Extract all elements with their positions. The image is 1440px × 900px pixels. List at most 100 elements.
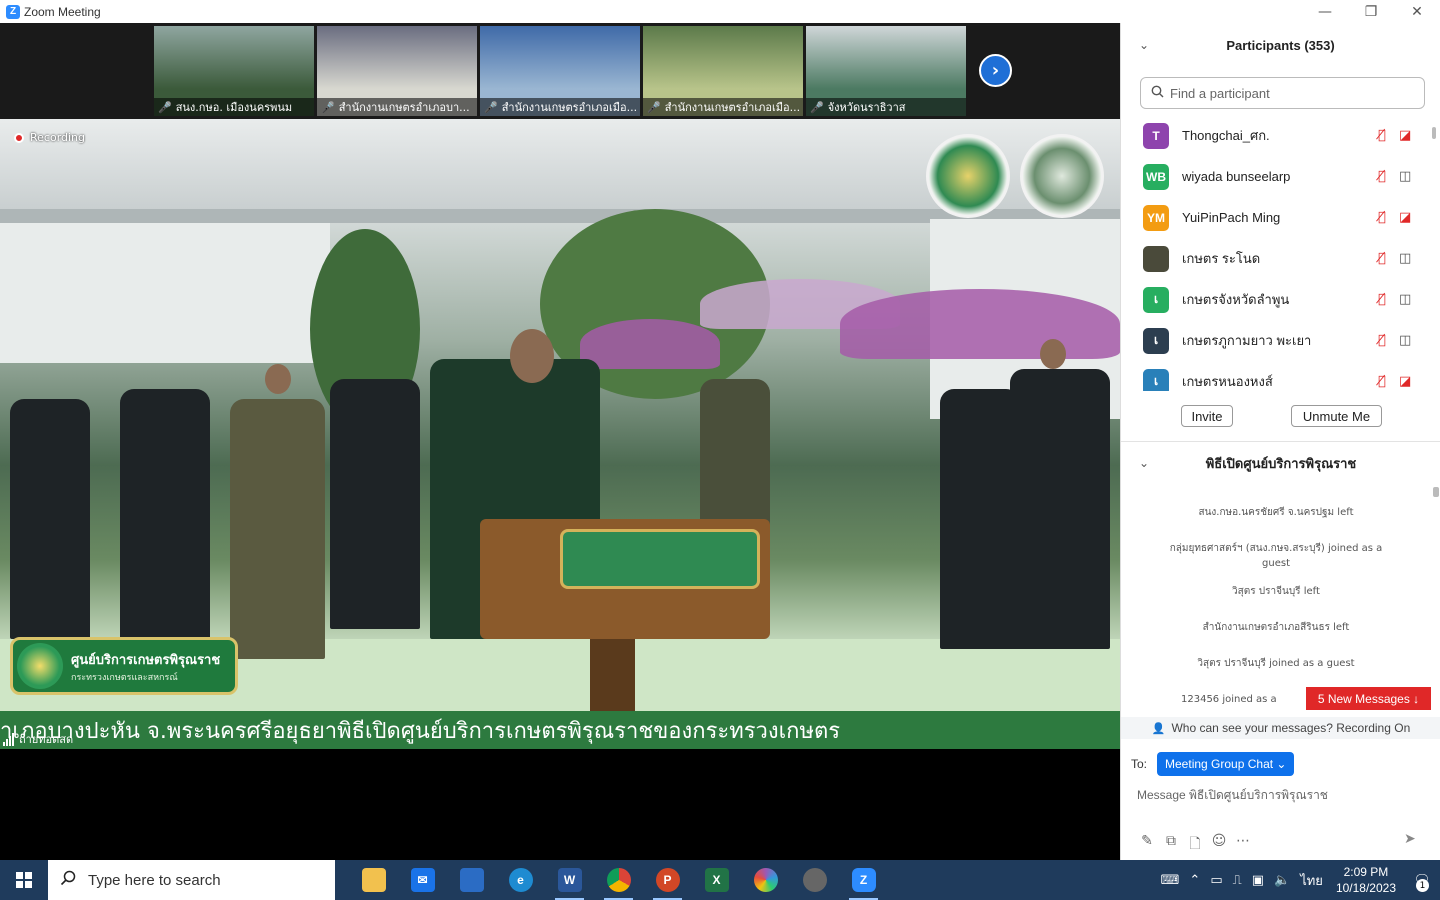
participant-name: wiyada bunseelarp <box>1182 169 1291 184</box>
thumbnail-name: สนง.กษอ. เมืองนครพนม <box>175 101 293 114</box>
participant-search-input[interactable] <box>1170 85 1410 101</box>
person-icon: 👤 <box>1151 722 1166 735</box>
title-bar: Z Zoom Meeting — ❐ ✕ <box>0 0 1440 23</box>
system-tray: ⌨ ⌃ ▭ ⎍ ▣ 🔈 ไทย 2:09 PM 10/18/2023 🗨 1 <box>1156 860 1440 900</box>
person <box>10 399 90 639</box>
zoom-app[interactable]: Z <box>839 860 888 900</box>
system-message: สนง.กษอ.นครชัยศรี จ.นครปฐม left <box>1198 507 1354 518</box>
live-text: ถ่ายทอดสด <box>19 733 74 746</box>
start-button[interactable] <box>0 860 48 900</box>
paint-app[interactable] <box>741 860 790 900</box>
mic-muted-icon: 🎙̸ <box>1378 333 1386 348</box>
system-message: วิสุตร ปราจีนบุรี left <box>1232 586 1320 597</box>
participant-row[interactable]: WB wiyada bunseelarp 🎙̸ ◫ <box>1121 156 1440 197</box>
notification-button[interactable]: 🗨 1 <box>1404 860 1440 900</box>
chrome-icon <box>606 868 631 892</box>
recipient-dropdown[interactable]: Meeting Group Chat ⌄ <box>1157 752 1295 776</box>
edge-app[interactable]: e <box>496 860 545 900</box>
person-head <box>265 364 291 394</box>
video-thumbnail[interactable]: 🎤 สำนักงานเกษตรอำเภอบา... <box>317 26 477 116</box>
chrome-app[interactable] <box>594 860 643 900</box>
video-thumbnail[interactable]: 🎤 จังหวัดนราธิวาส <box>806 26 966 116</box>
unmute-me-button[interactable]: Unmute Me <box>1291 405 1382 427</box>
mic-muted-icon: 🎙̸ <box>1378 251 1386 266</box>
invite-button[interactable]: Invite <box>1181 405 1233 427</box>
chevron-down-icon[interactable]: ⌄ <box>1139 456 1149 470</box>
display-icon[interactable]: ▣ <box>1252 873 1264 888</box>
participant-row[interactable]: YM YuiPinPach Ming 🎙̸ ◪ <box>1121 197 1440 238</box>
chevron-down-icon[interactable]: ⌄ <box>1139 38 1149 52</box>
edge-icon: e <box>508 868 533 892</box>
battery-icon[interactable]: ▭ <box>1210 873 1222 888</box>
taskbar-search-input[interactable] <box>88 871 308 889</box>
chat-scrollbar[interactable] <box>1433 487 1439 497</box>
participant-name: เกษตรจังหวัดลำพูน <box>1182 292 1290 307</box>
participant-row[interactable]: เ เกษตรภูกามยาว พะเยา 🎙̸ ◫ <box>1121 320 1440 361</box>
recording-indicator: Recording <box>14 131 85 144</box>
more-icon[interactable]: ⋯ <box>1231 833 1255 857</box>
keyboard-icon[interactable]: ⌨ <box>1161 873 1180 888</box>
file-icon[interactable]: 🗋 <box>1183 833 1207 857</box>
mail-app[interactable]: ✉ <box>398 860 447 900</box>
send-icon[interactable]: ➤ <box>1404 831 1416 847</box>
next-page-button[interactable]: › <box>979 54 1012 87</box>
mic-muted-icon: 🎤 <box>810 100 824 114</box>
chat-message-input[interactable] <box>1137 783 1427 807</box>
volume-icon[interactable]: 🔈 <box>1274 873 1290 888</box>
chat-toolbar: ✎ ⧉ 🗋 ☺ ⋯ <box>1135 833 1255 857</box>
excel-app[interactable]: X <box>692 860 741 900</box>
powerpoint-app[interactable]: P <box>643 860 692 900</box>
pro-app[interactable] <box>790 860 839 900</box>
participant-row[interactable]: เกษตร ระโนด 🎙̸ ◫ <box>1121 238 1440 279</box>
file-explorer-app[interactable] <box>349 860 398 900</box>
person-head <box>1040 339 1066 369</box>
excel-icon: X <box>704 868 729 892</box>
mail-icon: ✉ <box>410 868 435 892</box>
participant-row[interactable]: เ เกษตรจังหวัดลำพูน 🎙̸ ◫ <box>1121 279 1440 320</box>
video-thumbnail[interactable]: 🎤 สำนักงานเกษตรอำเภอเมือ... <box>643 26 803 116</box>
participant-row[interactable]: T Thongchai_ศก. 🎙̸ ◪ <box>1121 115 1440 156</box>
camera-off-icon: ◪ <box>1399 128 1412 143</box>
new-messages-button[interactable]: 5 New Messages ↓ <box>1306 687 1431 710</box>
restore-button[interactable]: ❐ <box>1348 0 1394 23</box>
taskbar-apps: ✉ e W P X Z <box>349 860 888 900</box>
participant-name: เกษตรหนองหงส์ <box>1182 374 1273 389</box>
participant-list: T Thongchai_ศก. 🎙̸ ◪ WB wiyada bunseelar… <box>1121 115 1440 391</box>
participant-row[interactable]: เ เกษตรหนองหงส์ 🎙̸ ◪ <box>1121 361 1440 391</box>
minimize-button[interactable]: — <box>1302 0 1348 23</box>
zoom-icon: Z <box>851 868 876 892</box>
store-app[interactable] <box>447 860 496 900</box>
format-icon[interactable]: ✎ <box>1135 833 1159 857</box>
store-icon <box>459 868 484 892</box>
window-controls: — ❐ ✕ <box>1302 0 1440 23</box>
podium-leg <box>590 639 635 719</box>
mic-muted-icon: 🎤 <box>484 100 498 114</box>
window-title: Zoom Meeting <box>24 4 101 19</box>
recording-label: Recording <box>30 131 86 144</box>
mic-muted-icon: 🎤 <box>321 100 335 114</box>
participant-scrollbar[interactable] <box>1432 123 1437 385</box>
system-message: วิสุตร ปราจีนบุรี joined as a guest <box>1197 658 1355 669</box>
participant-name: Thongchai_ศก. <box>1182 128 1270 143</box>
mic-muted-icon: 🎤 <box>647 100 661 114</box>
chevron-up-icon[interactable]: ⌃ <box>1189 873 1200 888</box>
avatar: T <box>1143 122 1169 149</box>
who-can-see-link[interactable]: 👤 Who can see your messages? Recording O… <box>1121 717 1440 739</box>
close-button[interactable]: ✕ <box>1394 0 1440 23</box>
emoji-icon[interactable]: ☺ <box>1207 833 1231 857</box>
screenshot-icon[interactable]: ⧉ <box>1159 833 1183 857</box>
word-app[interactable]: W <box>545 860 594 900</box>
video-thumbnail[interactable]: 🎤 สนง.กษอ. เมืองนครพนม <box>154 26 314 116</box>
avatar <box>1143 245 1169 272</box>
zoom-logo-icon: Z <box>6 4 20 19</box>
participant-name: YuiPinPach Ming <box>1182 210 1281 225</box>
participant-search[interactable] <box>1140 77 1425 109</box>
clock[interactable]: 2:09 PM 10/18/2023 <box>1336 864 1396 896</box>
language-indicator[interactable]: ไทย <box>1300 870 1323 891</box>
taskbar-search[interactable] <box>48 860 335 900</box>
video-thumbnail[interactable]: 🎤 สำนักงานเกษตรอำเภอเมือ... <box>480 26 640 116</box>
notification-badge: 1 <box>1416 879 1429 892</box>
participant-name: เกษตรภูกามยาว พะเยา <box>1182 333 1312 348</box>
person-head <box>510 329 554 383</box>
network-icon[interactable]: ⎍ <box>1233 873 1242 888</box>
